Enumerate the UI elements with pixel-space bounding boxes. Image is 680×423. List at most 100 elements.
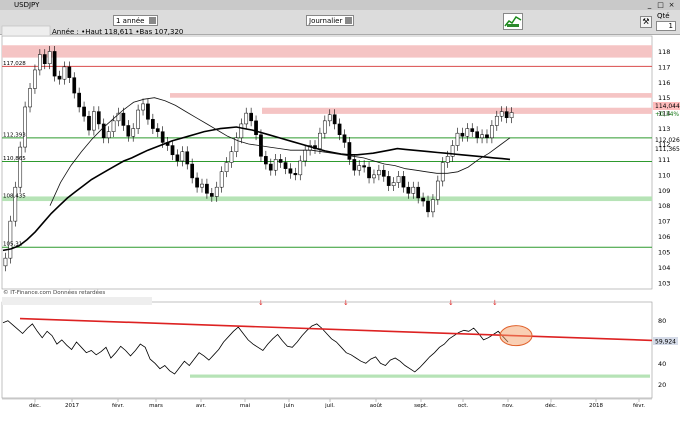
resistance-zone — [262, 107, 652, 114]
price-level-tag: 108,435 — [3, 193, 26, 199]
candle-body — [244, 112, 249, 125]
candle-body — [440, 162, 445, 182]
candle-body — [342, 134, 347, 143]
candle-body — [273, 159, 278, 171]
price-level-tag: 105,31 — [3, 242, 22, 248]
candle-body — [293, 173, 298, 176]
candle-body — [470, 128, 475, 132]
candle-body — [126, 125, 131, 137]
candle-body — [23, 106, 27, 148]
candle-body — [13, 186, 18, 222]
x-tick-label: avr. — [196, 403, 206, 409]
candle-body — [249, 112, 253, 122]
indicator-support-zone — [190, 374, 650, 378]
candle-body — [92, 111, 96, 131]
price-tick-label: 116 — [658, 79, 670, 87]
candle-body — [411, 186, 416, 194]
divergence-marker: ↓ — [343, 299, 349, 307]
candle-body — [146, 103, 150, 120]
candle-body — [268, 163, 273, 171]
divergence-marker: ↓ — [492, 299, 498, 307]
price-chart[interactable]: 1181171161151141131121111101091081071061… — [0, 0, 680, 423]
price-tick-label: 110 — [658, 171, 670, 179]
candle-body — [327, 114, 332, 122]
candle-body — [205, 183, 209, 194]
x-tick-label: févr. — [633, 402, 645, 409]
candle-body — [509, 112, 514, 119]
indicator-header-box — [2, 297, 152, 305]
candle-body — [96, 111, 101, 125]
price-tick-label: 104 — [658, 264, 670, 272]
candle-body — [288, 168, 293, 174]
candle-body — [445, 156, 450, 163]
candle-body — [18, 146, 23, 188]
candle-body — [504, 111, 509, 119]
candle-body — [494, 115, 499, 126]
indicator-panel-frame — [1, 301, 653, 399]
x-tick-label: nov. — [502, 403, 514, 409]
price-level-tag: 117,028 — [3, 61, 26, 67]
candle-body — [421, 197, 425, 202]
right-price-tag: +0,34% — [655, 111, 679, 118]
price-tick-label: 108 — [658, 202, 670, 210]
candle-body — [416, 186, 421, 199]
x-tick-label: oct. — [458, 403, 469, 409]
candle-body — [377, 169, 381, 176]
price-tick-label: 103 — [658, 279, 670, 287]
divergence-marker: ↓ — [448, 299, 454, 307]
candle-body — [318, 132, 322, 149]
price-tick-label: 111 — [658, 156, 670, 164]
candle-body — [239, 123, 244, 139]
candle-body — [195, 177, 199, 188]
candle-body — [121, 112, 126, 126]
candle-body — [499, 111, 504, 117]
candle-body — [337, 123, 342, 135]
candle-body — [347, 142, 352, 160]
candle-body — [224, 162, 229, 173]
candle-body — [42, 54, 47, 65]
x-tick-label: juil. — [324, 403, 335, 409]
right-price-tag: 111,365 — [655, 146, 680, 153]
candle-body — [460, 132, 465, 137]
candle-body — [111, 120, 116, 132]
candle-body — [426, 200, 430, 213]
candle-body — [175, 154, 180, 162]
candle-body — [431, 199, 435, 213]
candle-body — [141, 103, 145, 111]
candle-body — [52, 51, 57, 77]
x-tick-label: mai — [240, 403, 251, 409]
x-tick-label: déc. — [545, 402, 557, 409]
price-tick-label: 113 — [658, 125, 670, 133]
candle-body — [435, 180, 440, 200]
indicator-tick-label: 40 — [658, 360, 666, 368]
candle-body — [352, 159, 357, 171]
highlight-circle — [499, 325, 533, 347]
price-tick-label: 105 — [658, 248, 670, 256]
indicator-value-label: 59,924 — [655, 339, 676, 346]
chart-legend: Année : •Haut 118,611 •Bas 107,320 — [52, 28, 184, 36]
right-price-tag: 112,026 — [655, 137, 680, 144]
candle-body — [386, 176, 391, 186]
candle-body — [72, 77, 77, 94]
candle-body — [367, 166, 371, 179]
candle-body — [136, 109, 140, 129]
candle-body — [455, 132, 460, 146]
candle-body — [190, 163, 195, 179]
candle-body — [391, 182, 396, 186]
right-price-tag: 114,044 — [655, 103, 680, 110]
candle-body — [8, 220, 13, 259]
price-tick-label: 118 — [658, 48, 670, 56]
x-tick-label: sept. — [414, 403, 428, 409]
support-zone — [2, 196, 652, 202]
price-level-tag: 112,393 — [3, 132, 26, 138]
candle-body — [47, 51, 52, 65]
candle-body — [465, 128, 470, 137]
x-tick-label: 2018 — [589, 403, 603, 409]
candle-body — [264, 156, 268, 165]
candle-body — [77, 92, 82, 108]
candle-body — [480, 134, 484, 139]
price-tick-label: 109 — [658, 187, 670, 195]
candle-body — [283, 162, 288, 169]
candle-body — [229, 151, 234, 163]
x-tick-label: août — [370, 402, 383, 409]
